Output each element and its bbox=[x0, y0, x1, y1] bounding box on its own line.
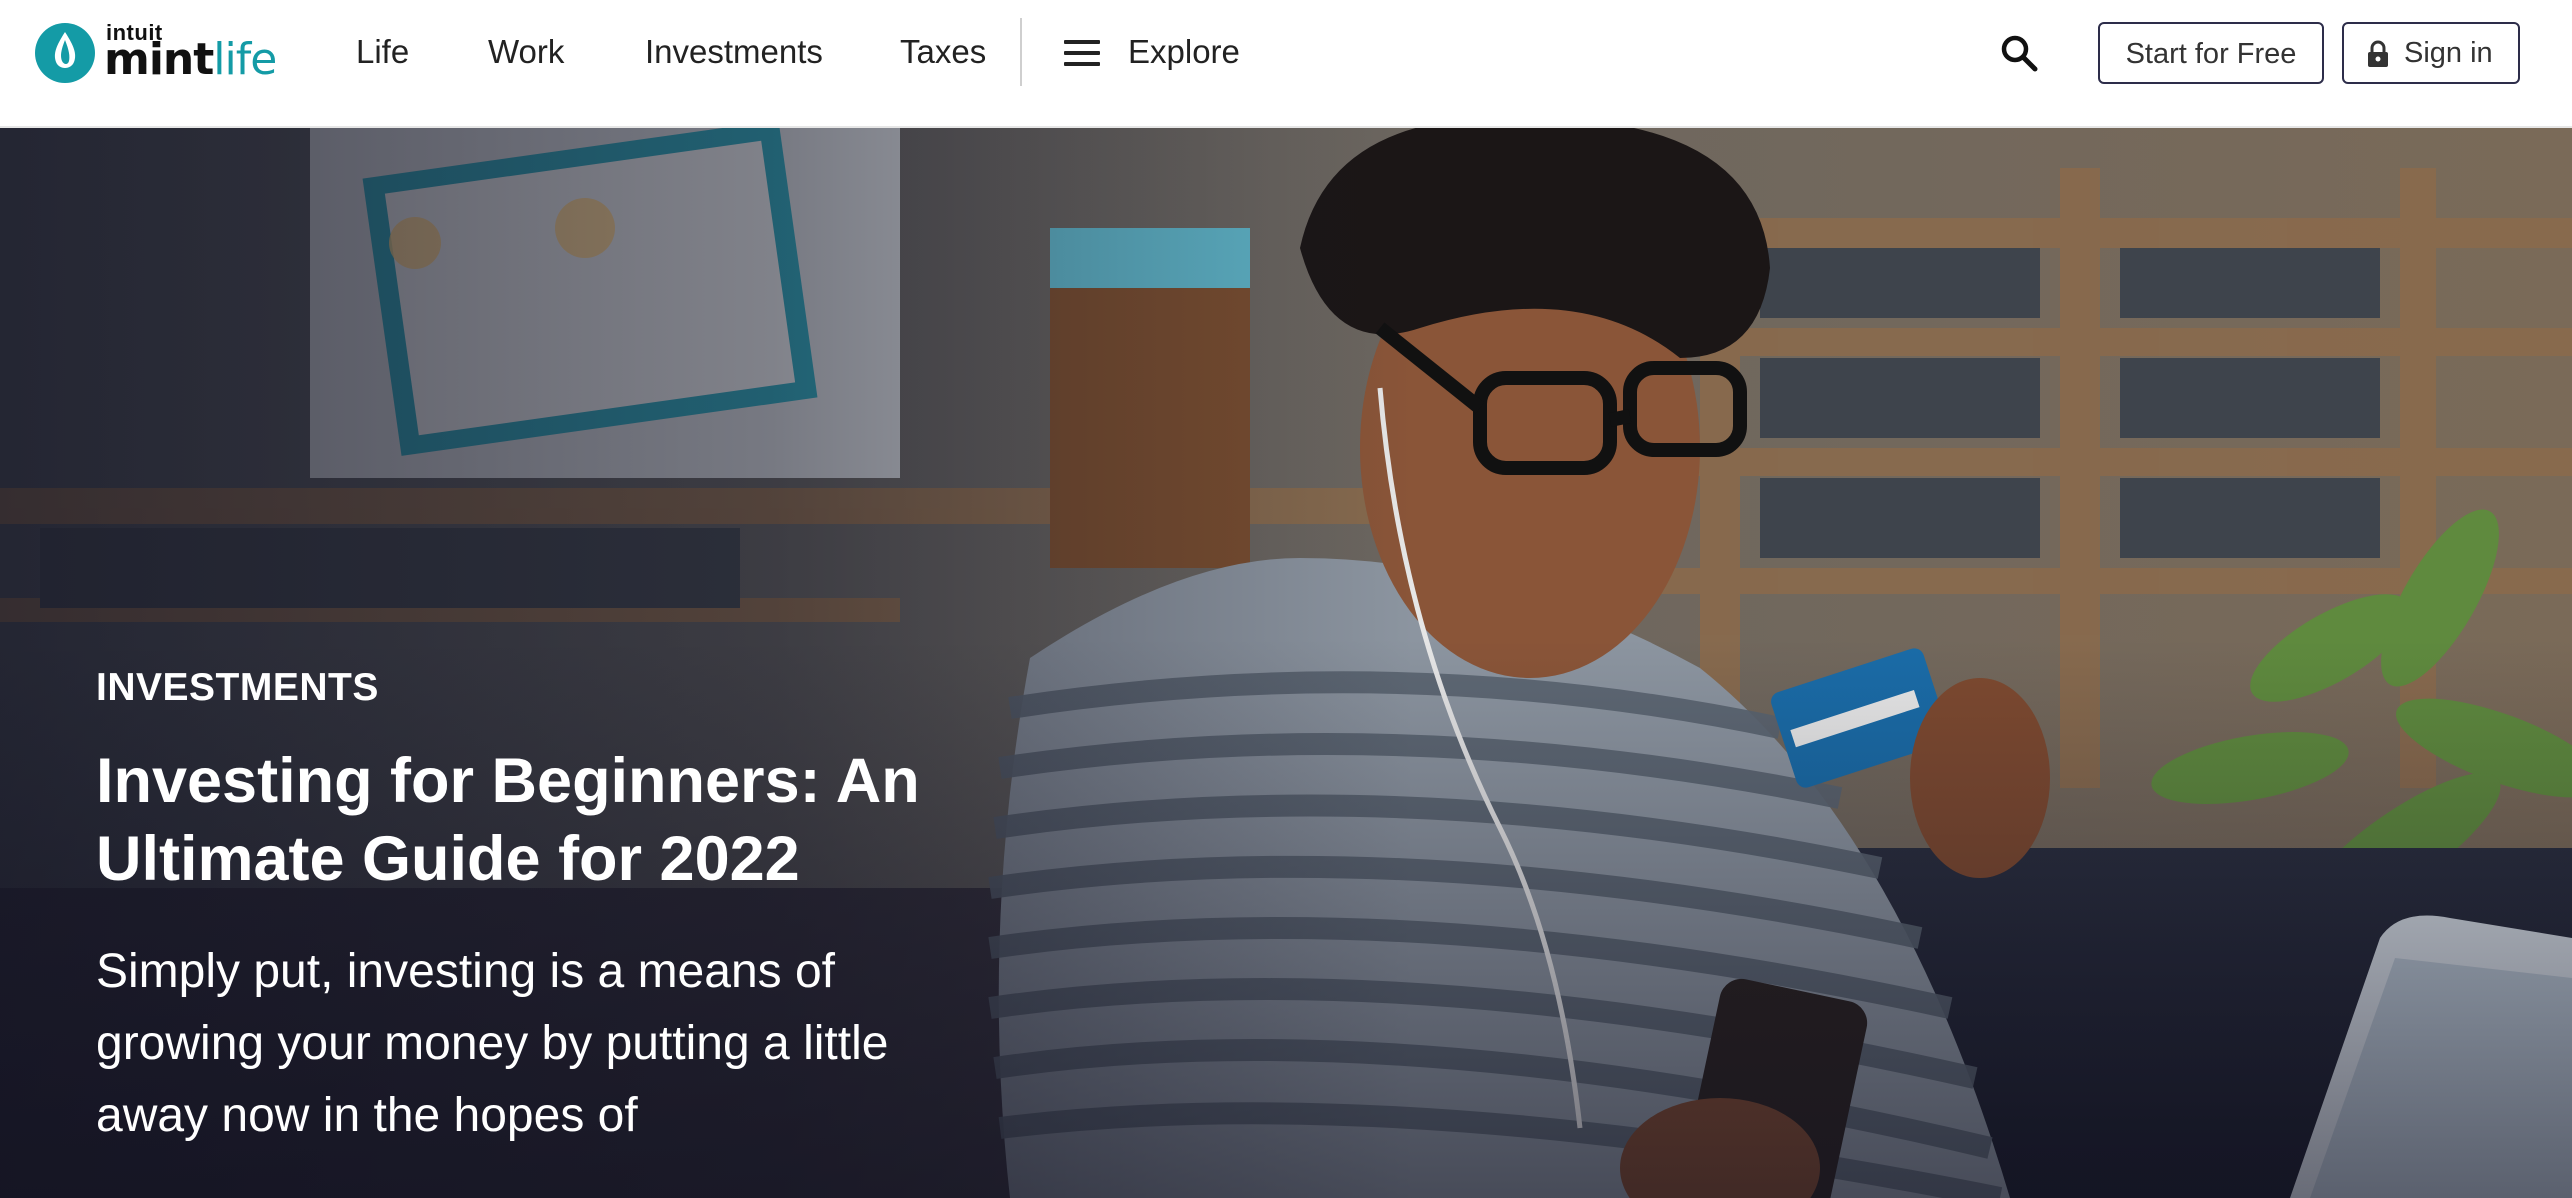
nav-item-investments[interactable]: Investments bbox=[645, 30, 823, 74]
mint-leaf-logo-icon bbox=[35, 23, 95, 83]
hero-title[interactable]: Investing for Beginners: An Ultimate Gui… bbox=[96, 742, 996, 898]
search-icon bbox=[2001, 35, 2038, 72]
nav-item-taxes[interactable]: Taxes bbox=[900, 30, 986, 74]
sign-in-label: Sign in bbox=[2404, 37, 2493, 69]
hero-category-link[interactable]: INVESTMENTS bbox=[96, 666, 379, 710]
hero-excerpt: Simply put, investing is a means of grow… bbox=[96, 945, 889, 1142]
sign-in-button[interactable]: Sign in bbox=[2342, 22, 2520, 84]
nav-item-work[interactable]: Work bbox=[488, 30, 564, 74]
logo-life-text: life bbox=[213, 34, 277, 85]
hero-banner[interactable]: INVESTMENTS Investing for Beginners: An … bbox=[0, 128, 2572, 1198]
site-header: intuit mintlife Life Work Investments Ta… bbox=[0, 0, 2572, 128]
mintlife-logo[interactable]: intuit mintlife bbox=[34, 20, 284, 88]
hamburger-menu-icon bbox=[1064, 40, 1100, 66]
nav-item-life[interactable]: Life bbox=[356, 30, 409, 74]
explore-label: Explore bbox=[1128, 33, 1240, 70]
logo-wordmark: mintlife bbox=[104, 34, 277, 85]
search-button[interactable] bbox=[1998, 32, 2040, 74]
start-for-free-button[interactable]: Start for Free bbox=[2098, 22, 2324, 84]
logo-mint-text: mint bbox=[104, 34, 214, 85]
lock-icon bbox=[2368, 40, 2388, 67]
nav-divider bbox=[1020, 18, 1022, 86]
